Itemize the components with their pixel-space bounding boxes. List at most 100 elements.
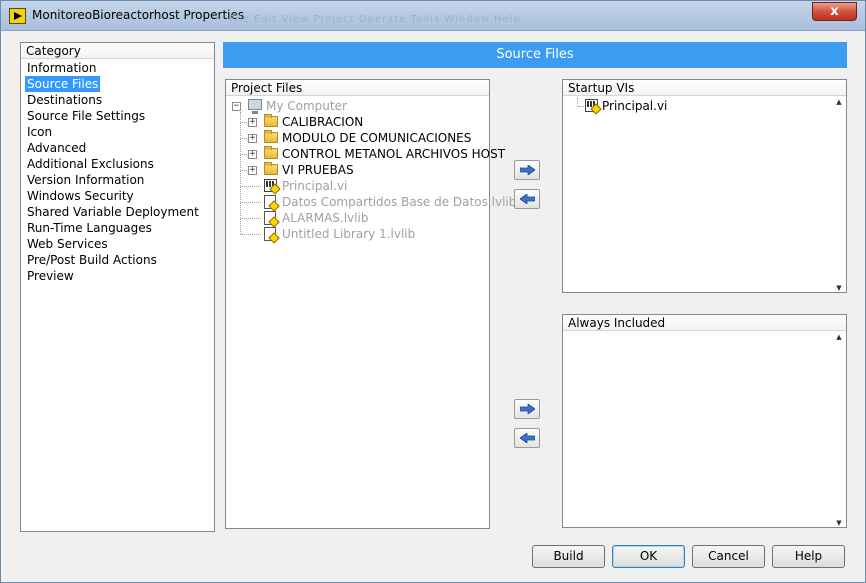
category-item-row: Source File Settings — [25, 108, 212, 124]
category-item-row: Additional Exclusions — [25, 156, 212, 172]
category-item-row: Shared Variable Deployment — [25, 204, 212, 220]
category-item-row: Preview — [25, 268, 212, 284]
arrow-right-icon — [520, 404, 535, 414]
labview-app-icon — [9, 8, 26, 24]
startup-vis-header: Startup VIs — [563, 80, 846, 96]
close-button[interactable]: x — [812, 2, 857, 21]
category-item[interactable]: Source File Settings — [25, 109, 145, 123]
category-item[interactable]: Web Services — [25, 237, 108, 251]
tree-file-row[interactable]: Principal.vi — [230, 178, 489, 194]
category-item-row: Run-Time Languages — [25, 220, 212, 236]
title-bar[interactable]: MonitoreoBioreactorhost Properties File … — [1, 1, 865, 31]
category-item[interactable]: Windows Security — [25, 189, 134, 203]
ok-button[interactable]: OK — [612, 545, 685, 568]
properties-dialog: MonitoreoBioreactorhost Properties File … — [0, 0, 866, 583]
category-item-row: Windows Security — [25, 188, 212, 204]
category-item[interactable]: Destinations — [25, 93, 102, 107]
remove-from-startup-button[interactable] — [514, 189, 540, 209]
scroll-up-icon[interactable]: ▲ — [833, 98, 845, 106]
list-item[interactable]: Principal.vi — [567, 98, 846, 114]
category-item-row: Icon — [25, 124, 212, 140]
tree-file-label: Untitled Library 1.lvlib — [282, 227, 416, 241]
tree-file-label: ALARMAS.lvlib — [282, 211, 369, 225]
tree-root-label: My Computer — [266, 99, 347, 113]
category-item[interactable]: Version Information — [25, 173, 144, 187]
startup-scrollbar[interactable]: ▲ ▼ — [833, 98, 845, 292]
category-item[interactable]: Icon — [25, 125, 52, 139]
category-item-row: Information — [25, 60, 212, 76]
expand-icon[interactable]: + — [248, 118, 257, 127]
tree-file-label: Principal.vi — [282, 179, 348, 193]
category-item[interactable]: Additional Exclusions — [25, 157, 154, 171]
folder-icon — [264, 146, 278, 159]
category-item-row: Web Services — [25, 236, 212, 252]
tree-folder-row[interactable]: + MODULO DE COMUNICACIONES — [230, 130, 489, 146]
tree-root-row[interactable]: − My Computer — [230, 98, 489, 114]
cancel-button[interactable]: Cancel — [692, 545, 765, 568]
arrow-left-icon — [520, 433, 535, 443]
category-item[interactable]: Source Files — [25, 76, 101, 92]
background-menu-ghost: File Edit View Project Operate Tools Win… — [229, 14, 521, 25]
category-item-row: Destinations — [25, 92, 212, 108]
category-item[interactable]: Run-Time Languages — [25, 221, 152, 235]
vi-icon — [264, 179, 277, 192]
scroll-up-icon[interactable]: ▲ — [833, 333, 845, 341]
category-item-row: Pre/Post Build Actions — [25, 252, 212, 268]
tree-folder-row[interactable]: + CONTROL METANOL ARCHIVOS HOST — [230, 146, 505, 162]
category-item-row: Advanced — [25, 140, 212, 156]
section-title-banner: Source Files — [223, 42, 847, 68]
expand-icon[interactable]: + — [248, 134, 257, 143]
always-included-header: Always Included — [563, 315, 846, 331]
category-item[interactable]: Preview — [25, 269, 74, 283]
list-item-label: Principal.vi — [602, 99, 668, 113]
library-icon — [264, 211, 276, 225]
tree-file-row[interactable]: Datos Compartidos Base de Datos.lvlib — [230, 194, 516, 210]
category-item[interactable]: Pre/Post Build Actions — [25, 253, 157, 267]
collapse-icon[interactable]: − — [232, 102, 241, 111]
tree-guide-line — [241, 234, 261, 235]
category-item-row: Version Information — [25, 172, 212, 188]
arrow-right-icon — [520, 165, 535, 175]
tree-folder-row[interactable]: + CALIBRACION — [230, 114, 489, 130]
tree-guide-line — [241, 186, 261, 187]
tree-guide-line — [241, 218, 261, 219]
tree-folder-row[interactable]: + VI PRUEBAS — [230, 162, 489, 178]
computer-icon — [248, 99, 262, 114]
project-files-header: Project Files — [226, 80, 489, 96]
vi-icon — [585, 99, 598, 112]
remove-from-always-included-button[interactable] — [514, 428, 540, 448]
startup-vis-panel[interactable]: Startup VIs Principal.vi ▲ ▼ — [562, 79, 847, 293]
folder-icon — [264, 130, 278, 143]
category-header: Category — [21, 43, 214, 59]
category-item[interactable]: Advanced — [25, 141, 86, 155]
project-files-panel[interactable]: Project Files − My Computer + CALIBRACION + M… — [225, 79, 516, 529]
category-panel: Category Information Source Files Destinat… — [20, 42, 215, 532]
always-included-scrollbar[interactable]: ▲ ▼ — [833, 333, 845, 527]
tree-folder-label: CONTROL METANOL ARCHIVOS HOST — [282, 147, 506, 161]
category-list: Information Source Files Destinations Sourc… — [25, 60, 212, 284]
help-button[interactable]: Help — [772, 545, 845, 568]
scroll-down-icon[interactable]: ▼ — [833, 284, 845, 292]
category-item[interactable]: Shared Variable Deployment — [25, 205, 199, 219]
expand-icon[interactable]: + — [248, 150, 257, 159]
category-item-row: Source Files — [25, 76, 212, 92]
scroll-down-icon[interactable]: ▼ — [833, 519, 845, 527]
window-title: MonitoreoBioreactorhost Properties — [32, 8, 245, 22]
build-button[interactable]: Build — [532, 545, 605, 568]
add-to-startup-button[interactable] — [514, 160, 540, 180]
tree-file-row[interactable]: Untitled Library 1.lvlib — [230, 226, 489, 242]
library-icon — [264, 195, 276, 209]
folder-icon — [264, 114, 278, 127]
category-item[interactable]: Information — [25, 61, 96, 75]
tree-file-row[interactable]: ALARMAS.lvlib — [230, 210, 489, 226]
add-to-always-included-button[interactable] — [514, 399, 540, 419]
tree-folder-label: CALIBRACION — [282, 115, 364, 129]
expand-icon[interactable]: + — [248, 166, 257, 175]
folder-icon — [264, 162, 278, 175]
tree-folder-label: MODULO DE COMUNICACIONES — [282, 131, 472, 145]
tree-guide-line — [241, 202, 261, 203]
tree-file-label: Datos Compartidos Base de Datos.lvlib — [282, 195, 517, 209]
tree-guide-line — [578, 106, 584, 107]
library-icon — [264, 227, 276, 241]
always-included-panel[interactable]: Always Included Ajustar Valores2.viAjust… — [562, 314, 847, 528]
